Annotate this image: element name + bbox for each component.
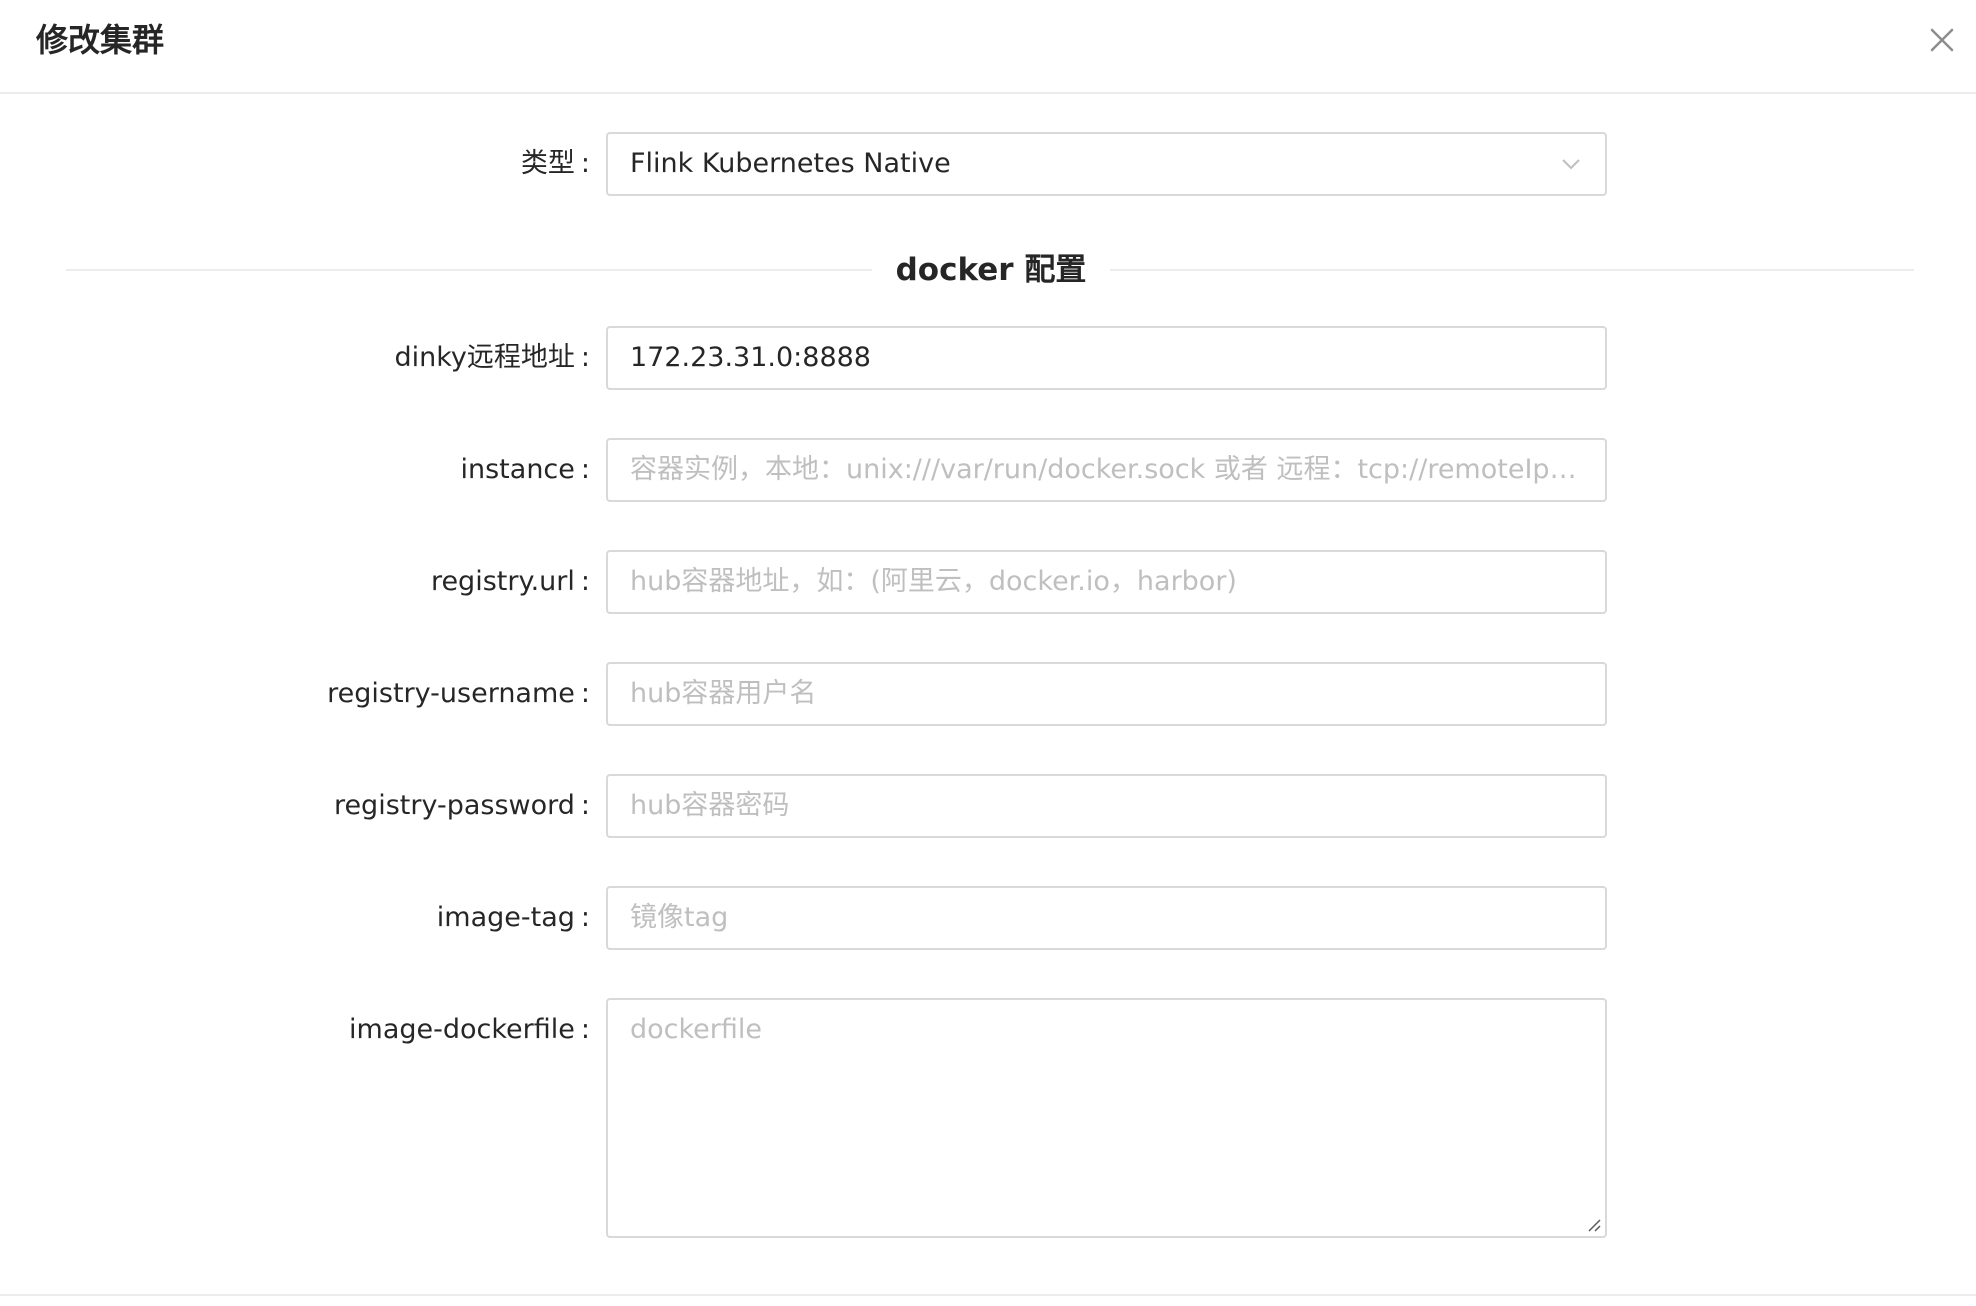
close-button[interactable] xyxy=(1920,18,1964,62)
image-dockerfile-label: image-dockerfile: xyxy=(349,1014,590,1045)
form-row-registry-password: registry-password: hub容器密码 xyxy=(0,774,1976,838)
form-row-registry-url: registry.url: hub容器地址，如：(阿里云，docker.io，h… xyxy=(0,550,1976,614)
resize-handle-icon[interactable] xyxy=(1585,1216,1601,1232)
registry-password-input[interactable]: hub容器密码 xyxy=(606,774,1607,838)
instance-input[interactable]: 容器实例，本地：unix:///var/run/docker.sock 或者 远… xyxy=(606,438,1607,502)
form-row-dinky-address: dinky远程地址: 172.23.31.0:8888 xyxy=(0,326,1976,390)
type-select-value: Flink Kubernetes Native xyxy=(630,148,951,179)
divider-title: docker 配置 xyxy=(895,252,1087,288)
registry-username-placeholder: hub容器用户名 xyxy=(630,678,817,709)
dinky-address-input[interactable]: 172.23.31.0:8888 xyxy=(606,326,1607,390)
edit-cluster-modal: 修改集群 类型: Flink Kubernetes Native docker … xyxy=(0,0,1976,1306)
registry-password-placeholder: hub容器密码 xyxy=(630,790,790,821)
section-divider: docker 配置 xyxy=(66,244,1914,296)
form-row-instance: instance: 容器实例，本地：unix:///var/run/docker… xyxy=(0,438,1976,502)
modal-header: 修改集群 xyxy=(0,0,1976,94)
registry-username-label: registry-username: xyxy=(327,678,590,709)
divider-line-right xyxy=(1110,269,1914,271)
image-tag-label: image-tag: xyxy=(436,902,590,933)
divider-line-left xyxy=(66,269,872,271)
form-row-type: 类型: Flink Kubernetes Native xyxy=(0,132,1976,196)
close-icon xyxy=(1930,28,1954,52)
footer-divider xyxy=(0,1294,1976,1296)
registry-url-label: registry.url: xyxy=(430,566,590,597)
form-row-image-tag: image-tag: 镜像tag xyxy=(0,886,1976,950)
type-select[interactable]: Flink Kubernetes Native xyxy=(606,132,1607,196)
registry-url-input[interactable]: hub容器地址，如：(阿里云，docker.io，harbor) xyxy=(606,550,1607,614)
instance-placeholder: 容器实例，本地：unix:///var/run/docker.sock 或者 远… xyxy=(630,454,1583,485)
form-row-image-dockerfile: image-dockerfile: dockerfile xyxy=(0,998,1976,1238)
image-dockerfile-textarea[interactable]: dockerfile xyxy=(606,998,1607,1238)
registry-password-label: registry-password: xyxy=(333,790,590,821)
type-label: 类型: xyxy=(520,148,590,179)
image-tag-input[interactable]: 镜像tag xyxy=(606,886,1607,950)
image-dockerfile-placeholder: dockerfile xyxy=(630,1014,763,1045)
chevron-down-icon xyxy=(1562,159,1580,170)
modal-title: 修改集群 xyxy=(36,21,165,59)
image-tag-placeholder: 镜像tag xyxy=(630,902,729,933)
instance-label: instance: xyxy=(460,454,591,485)
form-row-registry-username: registry-username: hub容器用户名 xyxy=(0,662,1976,726)
dinky-address-value: 172.23.31.0:8888 xyxy=(630,342,871,373)
registry-url-placeholder: hub容器地址，如：(阿里云，docker.io，harbor) xyxy=(630,566,1237,597)
dinky-address-label: dinky远程地址: xyxy=(394,342,590,373)
registry-username-input[interactable]: hub容器用户名 xyxy=(606,662,1607,726)
